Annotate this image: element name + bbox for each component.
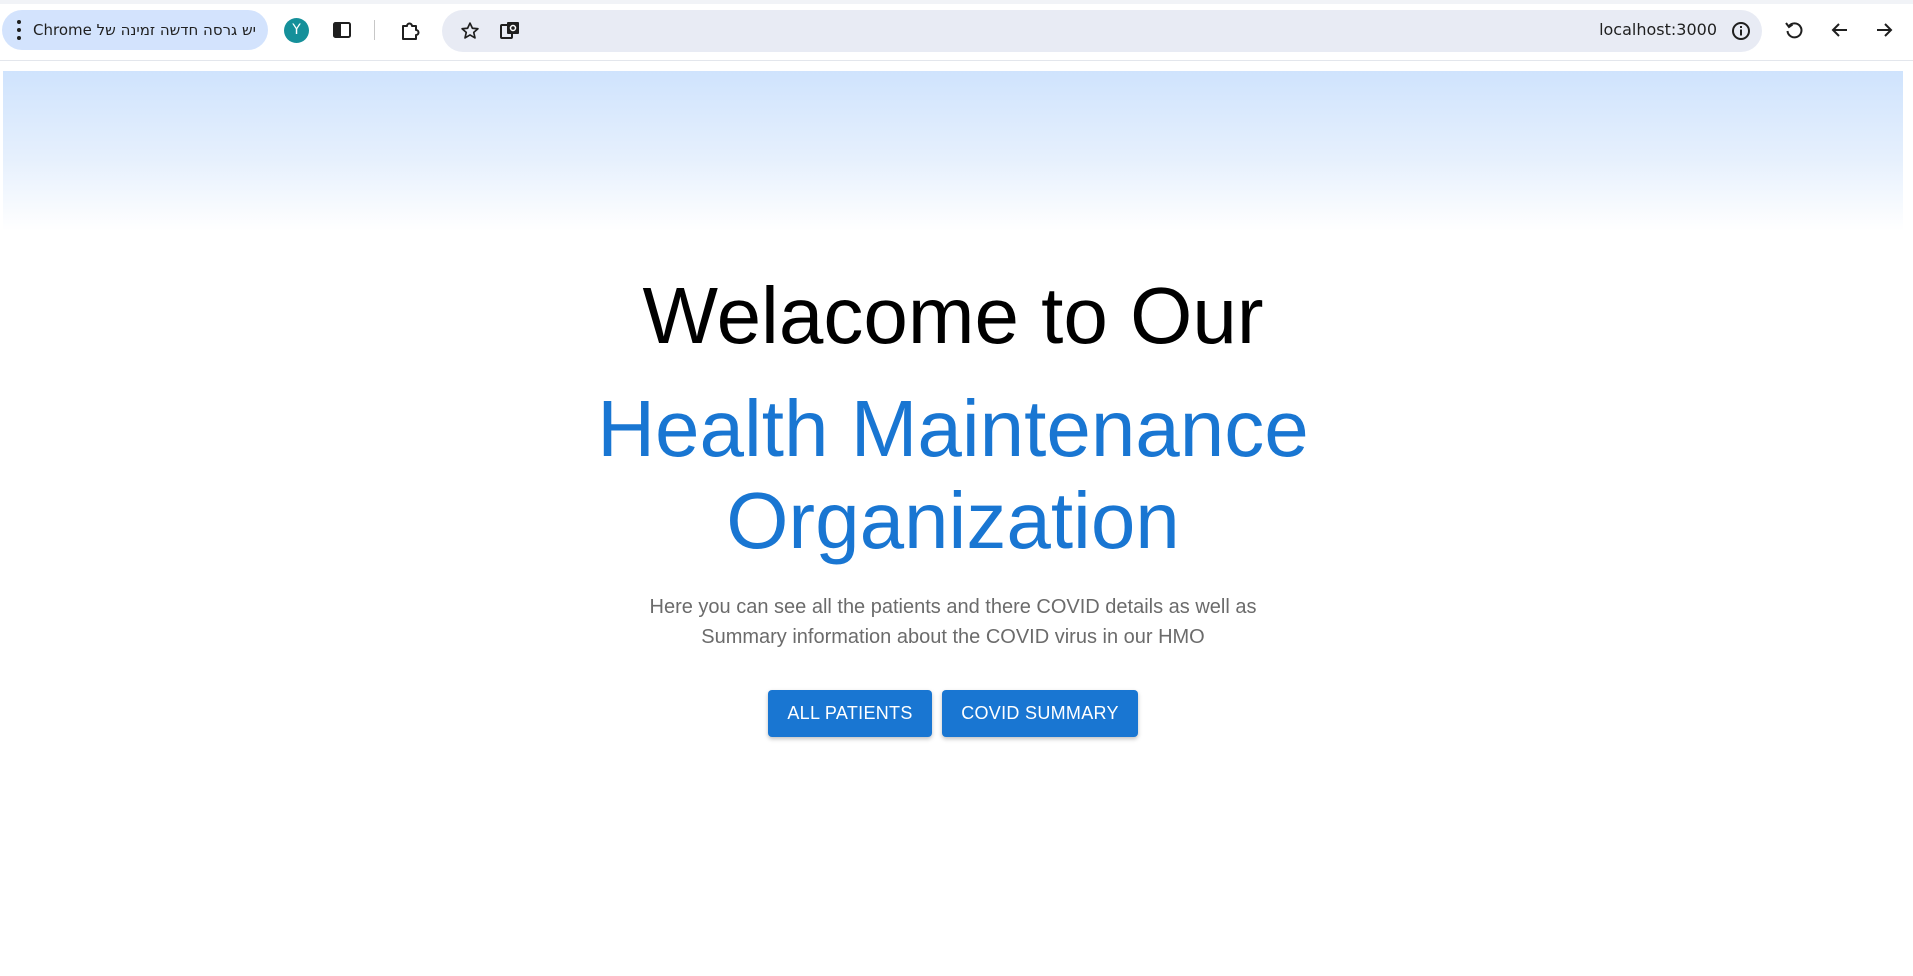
all-patients-button[interactable]: ALL PATIENTS bbox=[768, 690, 932, 737]
hero-description-line1: Here you can see all the patients and th… bbox=[649, 596, 1257, 618]
action-buttons: ALL PATIENTS COVID SUMMARY bbox=[768, 690, 1138, 737]
page-content: Welacome to Our Health Maintenance Organ… bbox=[0, 0, 1913, 976]
welcome-heading: Welacome to Our bbox=[642, 271, 1264, 360]
organization-heading: Health Maintenance Organization bbox=[0, 383, 1906, 567]
hero-description-line2: Summary information about the COVID viru… bbox=[701, 626, 1205, 648]
organization-heading-line1: Health Maintenance bbox=[597, 384, 1309, 473]
organization-heading-line2: Organization bbox=[726, 476, 1180, 565]
hero-description: Here you can see all the patients and th… bbox=[620, 592, 1286, 652]
covid-summary-button[interactable]: COVID SUMMARY bbox=[942, 690, 1138, 737]
